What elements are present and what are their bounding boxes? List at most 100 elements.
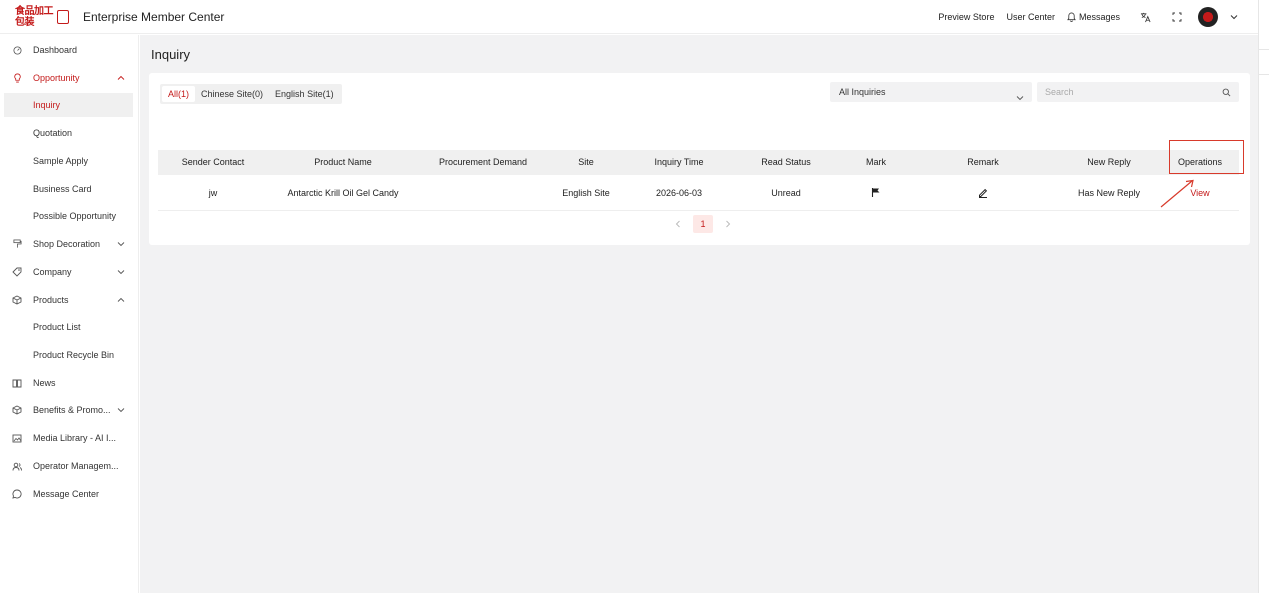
sidebar-item-dashboard[interactable]: Dashboard <box>0 38 139 62</box>
news-icon <box>12 378 22 388</box>
cube-icon <box>12 295 22 305</box>
top-header: 食品加工包装 Enterprise Member Center Preview … <box>0 0 1258 34</box>
column-header: Read Status <box>761 157 811 167</box>
chevron-down-icon <box>117 240 125 248</box>
sidebar-item-shop-decoration[interactable]: Shop Decoration <box>0 232 139 256</box>
annotation-highlight-box <box>1169 140 1244 174</box>
translate-icon[interactable] <box>1138 10 1152 24</box>
sidebar-item-label: Media Library - AI I... <box>33 433 117 443</box>
cube-icon <box>12 405 22 415</box>
inquiry-filter-select[interactable]: All Inquiries <box>830 82 1032 102</box>
users-icon <box>12 461 22 471</box>
page-number-current[interactable]: 1 <box>693 215 713 233</box>
chat-icon <box>12 489 22 499</box>
tab-chinese-site[interactable]: Chinese Site(0) <box>195 86 269 102</box>
sidebar-item-products[interactable]: Products <box>0 288 139 312</box>
search-input[interactable] <box>1037 82 1239 102</box>
tab-english-site[interactable]: English Site(1) <box>269 86 340 102</box>
sidebar-item-label: Sample Apply <box>33 156 89 166</box>
sidebar-item-opportunity[interactable]: Opportunity <box>0 66 139 90</box>
sidebar-item-label: Product Recycle Bin <box>33 350 115 360</box>
logo-seal-icon <box>57 9 69 24</box>
sidebar-item-operator-management[interactable]: Operator Managem... <box>0 454 139 478</box>
inquiry-card: All(1) Chinese Site(0) English Site(1) A… <box>149 73 1250 245</box>
tag-icon <box>12 267 22 277</box>
messages-link[interactable]: Messages <box>1067 12 1120 22</box>
sidebar-item-business-card[interactable]: Business Card <box>0 177 139 201</box>
logo[interactable]: 食品加工包装 <box>15 6 71 28</box>
column-header: Remark <box>967 157 999 167</box>
bell-icon <box>1067 12 1076 22</box>
sidebar-item-label: Inquiry <box>33 100 61 110</box>
column-header: Inquiry Time <box>654 157 704 167</box>
annotation-arrow-icon <box>1160 179 1194 208</box>
right-edge-strip <box>1258 0 1269 593</box>
chevron-up-icon <box>117 74 125 82</box>
header-actions: Preview Store User Center Messages <box>926 0 1238 34</box>
edit-icon[interactable] <box>978 187 989 201</box>
cell-sender-contact: jw <box>208 188 218 198</box>
column-header: New Reply <box>1087 157 1131 167</box>
site-tabs: All(1) Chinese Site(0) English Site(1) <box>160 84 342 104</box>
sidebar-item-label: Message Center <box>33 489 100 499</box>
column-header: Procurement Demand <box>438 157 528 167</box>
sidebar-item-label: Shop Decoration <box>33 239 101 249</box>
sidebar-item-label: Benefits & Promo... <box>33 405 111 415</box>
user-center-link[interactable]: User Center <box>1006 12 1055 22</box>
search-icon[interactable] <box>1222 88 1231 100</box>
main-content: Inquiry All(1) Chinese Site(0) English S… <box>140 35 1258 593</box>
logo-text: 食品加工包装 <box>15 5 54 28</box>
sidebar-item-label: Products <box>33 295 69 305</box>
cell-inquiry-time: 2026-06-03 <box>655 188 703 198</box>
fullscreen-icon[interactable] <box>1170 10 1184 24</box>
sidebar-item-sample-apply[interactable]: Sample Apply <box>0 149 139 173</box>
lightbulb-icon <box>12 73 22 83</box>
sidebar-item-benefits-promo[interactable]: Benefits & Promo... <box>0 398 139 422</box>
app-title: Enterprise Member Center <box>83 9 225 24</box>
messages-label: Messages <box>1078 12 1120 22</box>
pagination: 1 <box>669 214 737 234</box>
cell-new-reply: Has New Reply <box>1077 188 1141 198</box>
sidebar-item-inquiry[interactable]: Inquiry <box>4 93 133 117</box>
avatar[interactable] <box>1198 7 1218 27</box>
sidebar-item-label: News <box>33 378 56 388</box>
sidebar: Dashboard Opportunity Inquiry Quotation … <box>0 35 139 593</box>
cell-product-name: Antarctic Krill Oil Gel Candy <box>287 188 399 198</box>
column-header: Site <box>578 157 594 167</box>
image-icon <box>12 433 22 443</box>
column-header: Product Name <box>314 157 372 167</box>
column-header: Mark <box>866 157 886 167</box>
table-row: jw Antarctic Krill Oil Gel Candy English… <box>158 175 1239 211</box>
sidebar-item-label: Operator Managem... <box>33 461 119 471</box>
tab-all[interactable]: All(1) <box>162 86 196 102</box>
paint-roller-icon <box>12 239 22 249</box>
column-header: Sender Contact <box>181 157 245 167</box>
flag-icon[interactable] <box>871 187 882 201</box>
preview-store-link[interactable]: Preview Store <box>938 12 994 22</box>
sidebar-item-media-library[interactable]: Media Library - AI I... <box>0 426 139 450</box>
chevron-down-icon[interactable] <box>1230 12 1238 23</box>
chevron-right-icon[interactable] <box>719 215 737 233</box>
strip-divider <box>1259 74 1269 75</box>
sidebar-item-message-center[interactable]: Message Center <box>0 482 139 506</box>
cell-site: English Site <box>562 188 610 198</box>
chevron-down-icon <box>1016 88 1024 108</box>
sidebar-item-label: Opportunity <box>33 73 80 83</box>
page-title: Inquiry <box>151 47 191 62</box>
sidebar-item-quotation[interactable]: Quotation <box>0 121 139 145</box>
sidebar-item-product-recycle-bin[interactable]: Product Recycle Bin <box>0 343 139 367</box>
dashboard-icon <box>12 45 22 55</box>
sidebar-item-label: Business Card <box>33 184 92 194</box>
sidebar-item-label: Product List <box>33 322 81 332</box>
sidebar-item-label: Quotation <box>33 128 73 138</box>
select-value: All Inquiries <box>839 87 886 97</box>
table-header: Sender Contact Product Name Procurement … <box>158 150 1239 175</box>
sidebar-item-product-list[interactable]: Product List <box>0 315 139 339</box>
sidebar-item-company[interactable]: Company <box>0 260 139 284</box>
sidebar-item-news[interactable]: News <box>0 371 139 395</box>
sidebar-item-label: Possible Opportunity <box>33 211 117 221</box>
chevron-left-icon[interactable] <box>669 215 687 233</box>
strip-divider <box>1259 49 1269 50</box>
sidebar-item-possible-opportunity[interactable]: Possible Opportunity <box>0 204 139 228</box>
chevron-down-icon <box>117 406 125 414</box>
